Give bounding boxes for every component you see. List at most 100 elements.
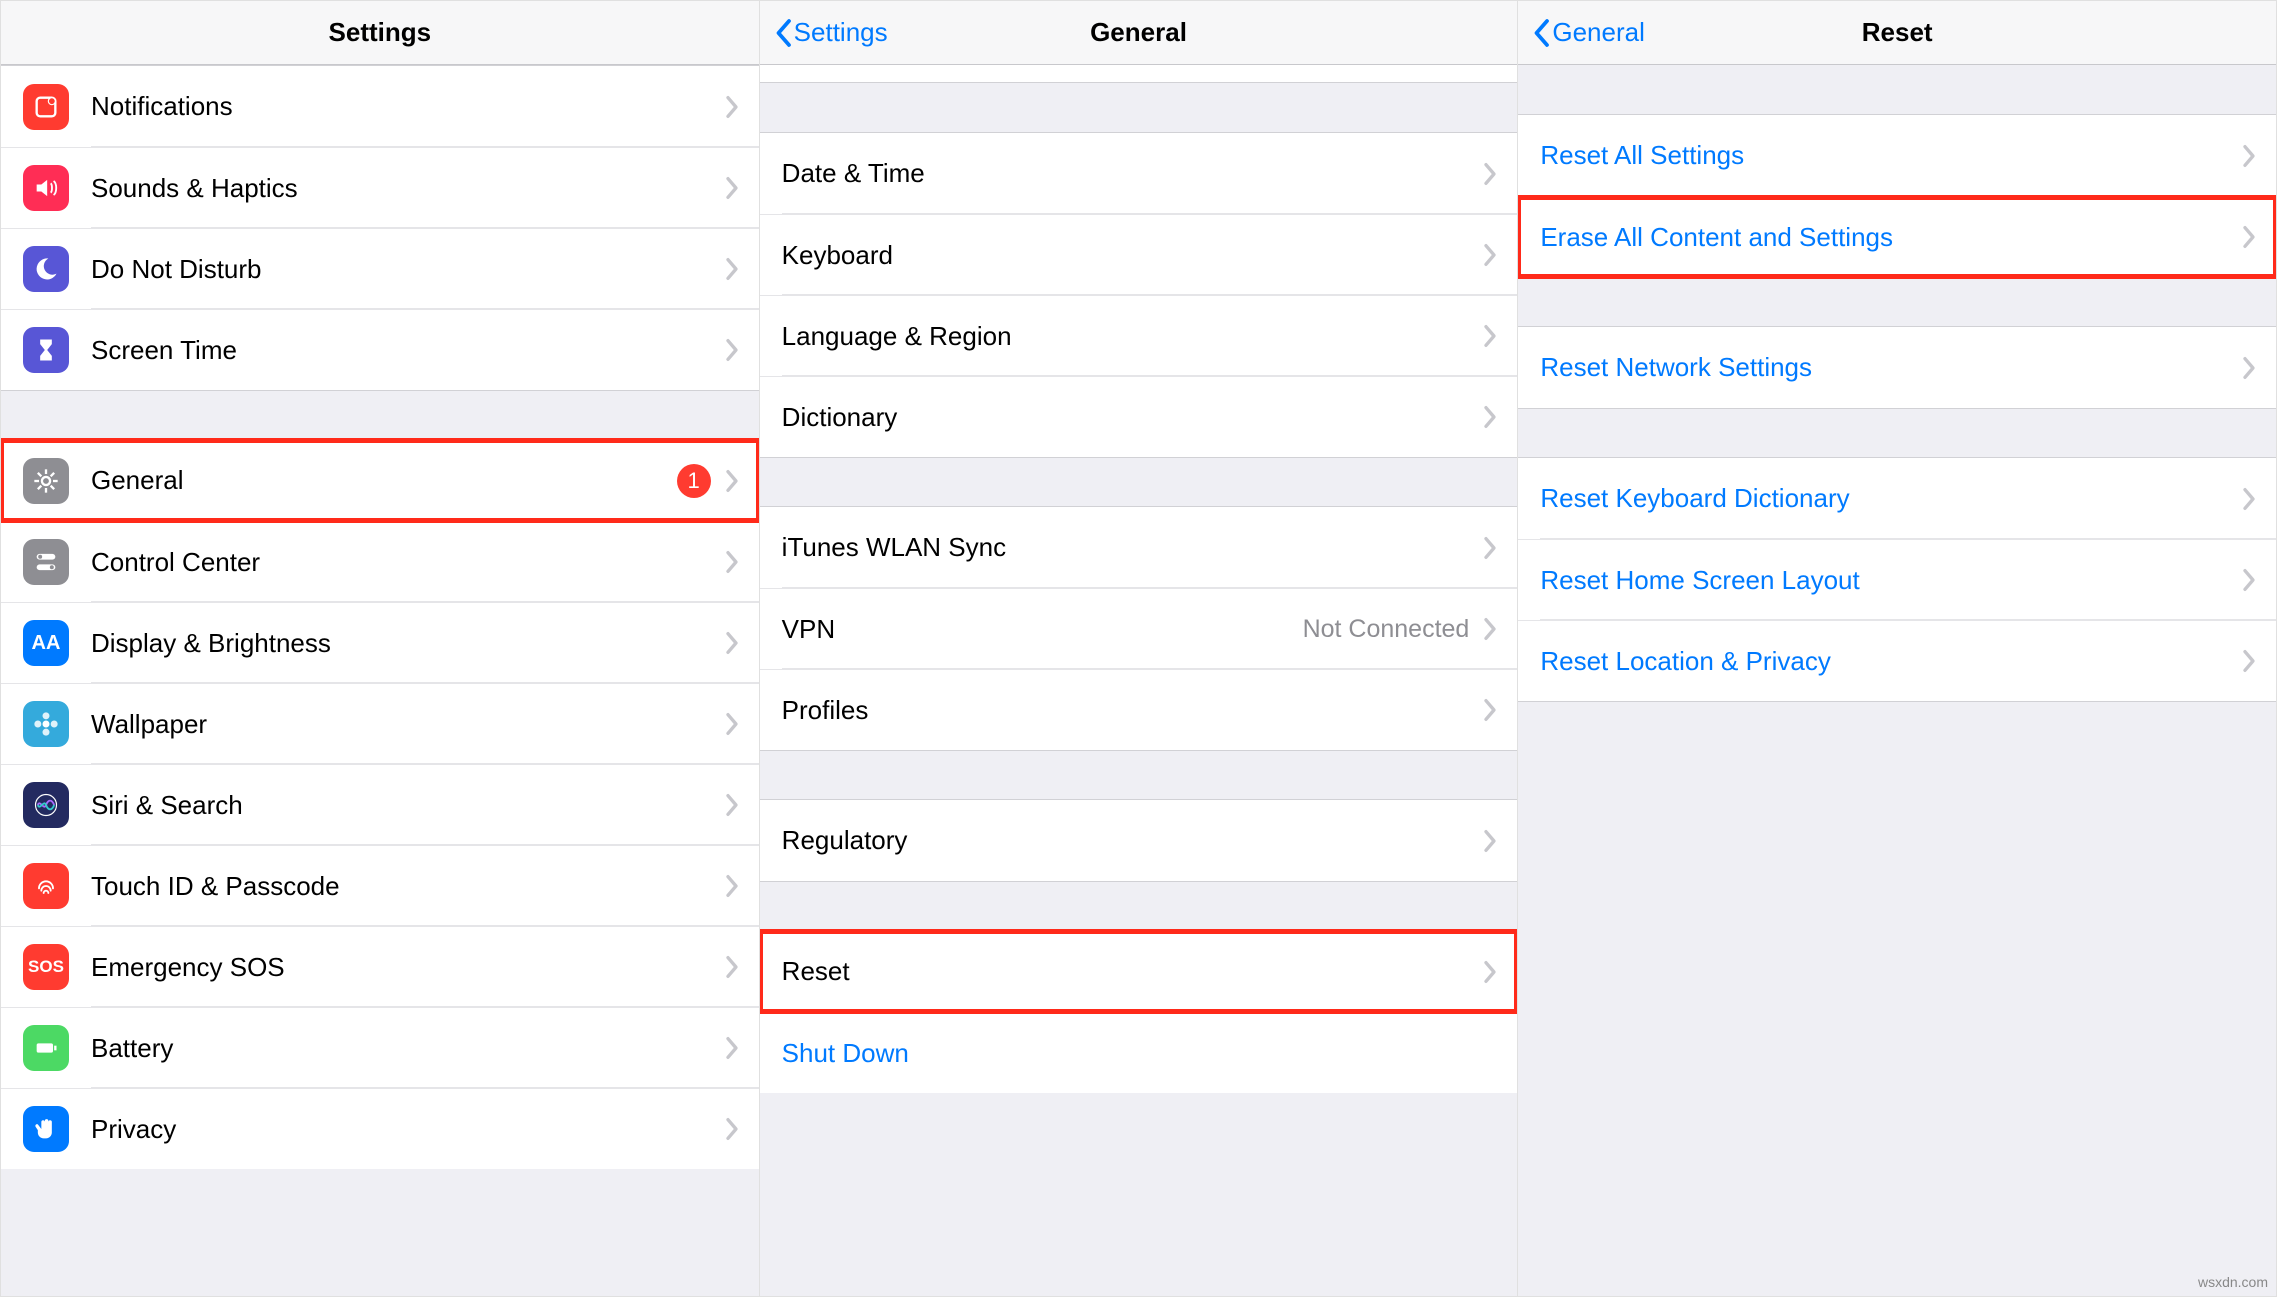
- row-label: Profiles: [782, 695, 1484, 726]
- row-label: VPN: [782, 614, 1303, 645]
- navbar: Settings: [1, 1, 759, 65]
- row-resetkbd[interactable]: Reset Keyboard Dictionary: [1518, 458, 2276, 539]
- row-profiles[interactable]: Profiles: [760, 669, 1518, 750]
- reset-pane: General Reset Reset All Settings Erase Al…: [1518, 0, 2277, 1297]
- row-label: Sounds & Haptics: [91, 173, 725, 204]
- nav-title: Settings: [329, 17, 432, 48]
- chevron-right-icon: [725, 874, 739, 898]
- chevron-right-icon: [1483, 405, 1497, 429]
- chevron-right-icon: [725, 793, 739, 817]
- hand-icon: [23, 1106, 69, 1152]
- row-label: Erase All Content and Settings: [1540, 222, 2242, 253]
- row-resetnet[interactable]: Reset Network Settings: [1518, 327, 2276, 408]
- chevron-right-icon: [725, 1117, 739, 1141]
- chevron-right-icon: [1483, 162, 1497, 186]
- moon-icon: [23, 246, 69, 292]
- row-resethome[interactable]: Reset Home Screen Layout: [1518, 539, 2276, 620]
- row-label: Touch ID & Passcode: [91, 871, 725, 902]
- chevron-right-icon: [725, 95, 739, 119]
- row-keyboard[interactable]: Keyboard: [760, 214, 1518, 295]
- chevron-right-icon: [725, 257, 739, 281]
- chevron-left-icon: [1532, 18, 1550, 48]
- row-label: Shut Down: [782, 1038, 1498, 1069]
- chevron-right-icon: [725, 176, 739, 200]
- chevron-right-icon: [2242, 568, 2256, 592]
- flower-icon: [23, 701, 69, 747]
- row-language[interactable]: Language & Region: [760, 295, 1518, 376]
- row-shutdown[interactable]: Shut Down: [760, 1012, 1518, 1093]
- row-label: Emergency SOS: [91, 952, 725, 983]
- chevron-right-icon: [725, 1036, 739, 1060]
- chevron-right-icon: [1483, 324, 1497, 348]
- speaker-icon: [23, 165, 69, 211]
- back-button[interactable]: Settings: [774, 17, 888, 48]
- row-general[interactable]: General1: [1, 440, 759, 521]
- row-detail: Not Connected: [1303, 615, 1470, 644]
- row-label: Reset Keyboard Dictionary: [1540, 483, 2242, 514]
- row-sounds[interactable]: Sounds & Haptics: [1, 147, 759, 228]
- chevron-right-icon: [725, 338, 739, 362]
- row-itunes[interactable]: iTunes WLAN Sync: [760, 507, 1518, 588]
- row-regulatory[interactable]: Regulatory: [760, 800, 1518, 881]
- row-resetloc[interactable]: Reset Location & Privacy: [1518, 620, 2276, 701]
- row-siri[interactable]: Siri & Search: [1, 764, 759, 845]
- chevron-right-icon: [725, 550, 739, 574]
- nav-title: Reset: [1862, 17, 1933, 48]
- siri-icon: [23, 782, 69, 828]
- row-label: Wallpaper: [91, 709, 725, 740]
- chevron-right-icon: [2242, 144, 2256, 168]
- row-sos[interactable]: SOSEmergency SOS: [1, 926, 759, 1007]
- row-controlcenter[interactable]: Control Center: [1, 521, 759, 602]
- row-resetall[interactable]: Reset All Settings: [1518, 115, 2276, 196]
- chevron-right-icon: [725, 712, 739, 736]
- row-eraseall[interactable]: Erase All Content and Settings: [1518, 196, 2276, 277]
- settings-pane: Settings Notifications Sounds & Haptics Do…: [0, 0, 760, 1297]
- row-notifications[interactable]: Notifications: [1, 66, 759, 147]
- general-pane: Settings General Date & Time Keyboard Lang…: [760, 0, 1519, 1297]
- nav-title: General: [1090, 17, 1187, 48]
- row-label: Reset Location & Privacy: [1540, 646, 2242, 677]
- row-label: Do Not Disturb: [91, 254, 725, 285]
- row-dnd[interactable]: Do Not Disturb: [1, 228, 759, 309]
- chevron-right-icon: [2242, 225, 2256, 249]
- back-label: General: [1552, 17, 1645, 48]
- row-label: Dictionary: [782, 402, 1484, 433]
- row-touchid[interactable]: Touch ID & Passcode: [1, 845, 759, 926]
- chevron-right-icon: [1483, 829, 1497, 853]
- row-privacy[interactable]: Privacy: [1, 1088, 759, 1169]
- row-label: Battery: [91, 1033, 725, 1064]
- chevron-right-icon: [725, 955, 739, 979]
- row-vpn[interactable]: VPNNot Connected: [760, 588, 1518, 669]
- row-screentime[interactable]: Screen Time: [1, 309, 759, 390]
- row-datetime[interactable]: Date & Time: [760, 133, 1518, 214]
- row-label: Screen Time: [91, 335, 725, 366]
- row-label: General: [91, 465, 677, 496]
- chevron-right-icon: [725, 469, 739, 493]
- row-label: Reset Home Screen Layout: [1540, 565, 2242, 596]
- row-display[interactable]: AADisplay & Brightness: [1, 602, 759, 683]
- hourglass-icon: [23, 327, 69, 373]
- row-label: Reset All Settings: [1540, 140, 2242, 171]
- battery-icon: [23, 1025, 69, 1071]
- chevron-right-icon: [725, 631, 739, 655]
- back-label: Settings: [794, 17, 888, 48]
- chevron-right-icon: [2242, 356, 2256, 380]
- row-wallpaper[interactable]: Wallpaper: [1, 683, 759, 764]
- row-label: Reset Network Settings: [1540, 352, 2242, 383]
- gear-icon: [23, 458, 69, 504]
- row-label: Privacy: [91, 1114, 725, 1145]
- row-battery[interactable]: Battery: [1, 1007, 759, 1088]
- row-label: Siri & Search: [91, 790, 725, 821]
- row-label: Keyboard: [782, 240, 1484, 271]
- row-reset[interactable]: Reset: [760, 931, 1518, 1012]
- watermark: wsxdn.com: [2198, 1274, 2268, 1290]
- navbar: General Reset: [1518, 1, 2276, 65]
- back-button[interactable]: General: [1532, 17, 1645, 48]
- row-label: Date & Time: [782, 158, 1484, 189]
- badge: 1: [677, 464, 711, 498]
- row-label: iTunes WLAN Sync: [782, 532, 1484, 563]
- fingerprint-icon: [23, 863, 69, 909]
- row-dictionary[interactable]: Dictionary: [760, 376, 1518, 457]
- switches-icon: [23, 539, 69, 585]
- row-label: Regulatory: [782, 825, 1484, 856]
